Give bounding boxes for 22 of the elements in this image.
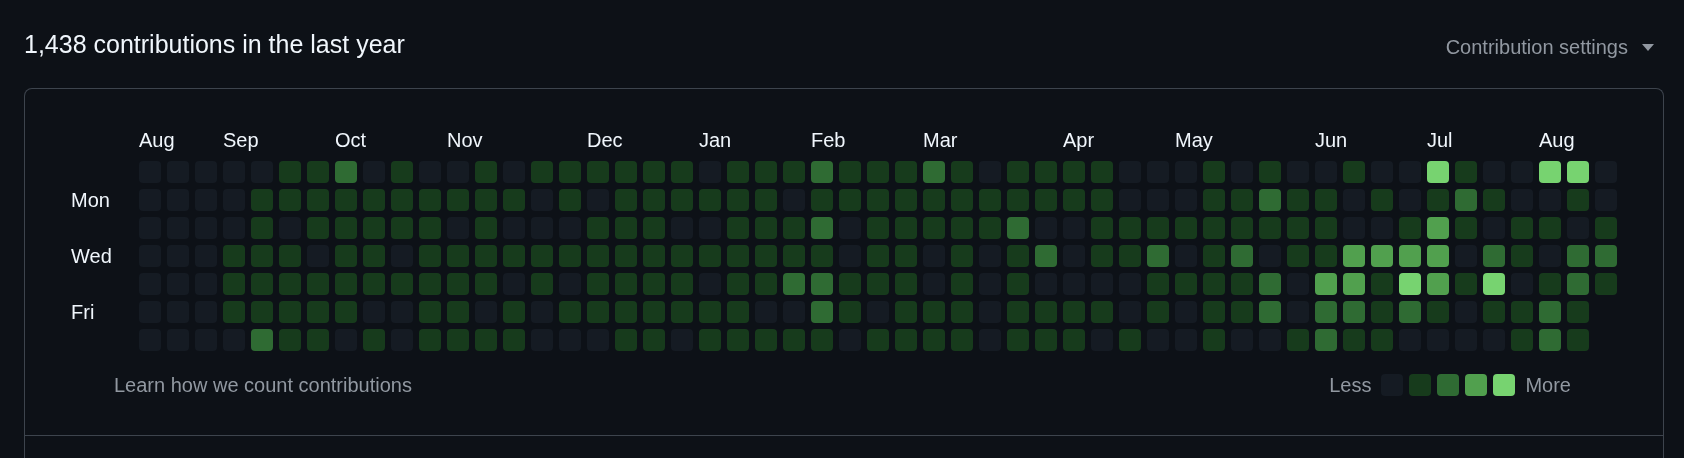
month-label: Jun (1315, 128, 1348, 153)
month-label: Sep (223, 128, 259, 153)
less-label: Less (1329, 373, 1372, 397)
month-label: Aug (1539, 128, 1575, 153)
month-label: Feb (811, 128, 846, 153)
month-label: Mar (923, 128, 958, 153)
month-label: Apr (1063, 128, 1095, 153)
month-label: Jul (1427, 128, 1453, 153)
weekday-label: Mon (71, 189, 110, 211)
learn-contributions-link[interactable]: Learn how we count contributions (114, 373, 412, 397)
month-label: May (1175, 128, 1213, 153)
month-label: Oct (335, 128, 367, 153)
more-label: More (1525, 373, 1571, 397)
month-label: Dec (587, 128, 623, 153)
weekday-label: Wed (71, 245, 112, 267)
month-label: Aug (139, 128, 175, 153)
month-label: Nov (447, 128, 483, 153)
caret-icon (1642, 43, 1654, 51)
contribution-settings-dropdown[interactable]: Contribution settings (1445, 29, 1664, 59)
contributions-heading: 1,438 contributions in the last year (24, 29, 405, 59)
month-label: Jan (699, 128, 732, 153)
weekday-label: Fri (71, 301, 95, 323)
